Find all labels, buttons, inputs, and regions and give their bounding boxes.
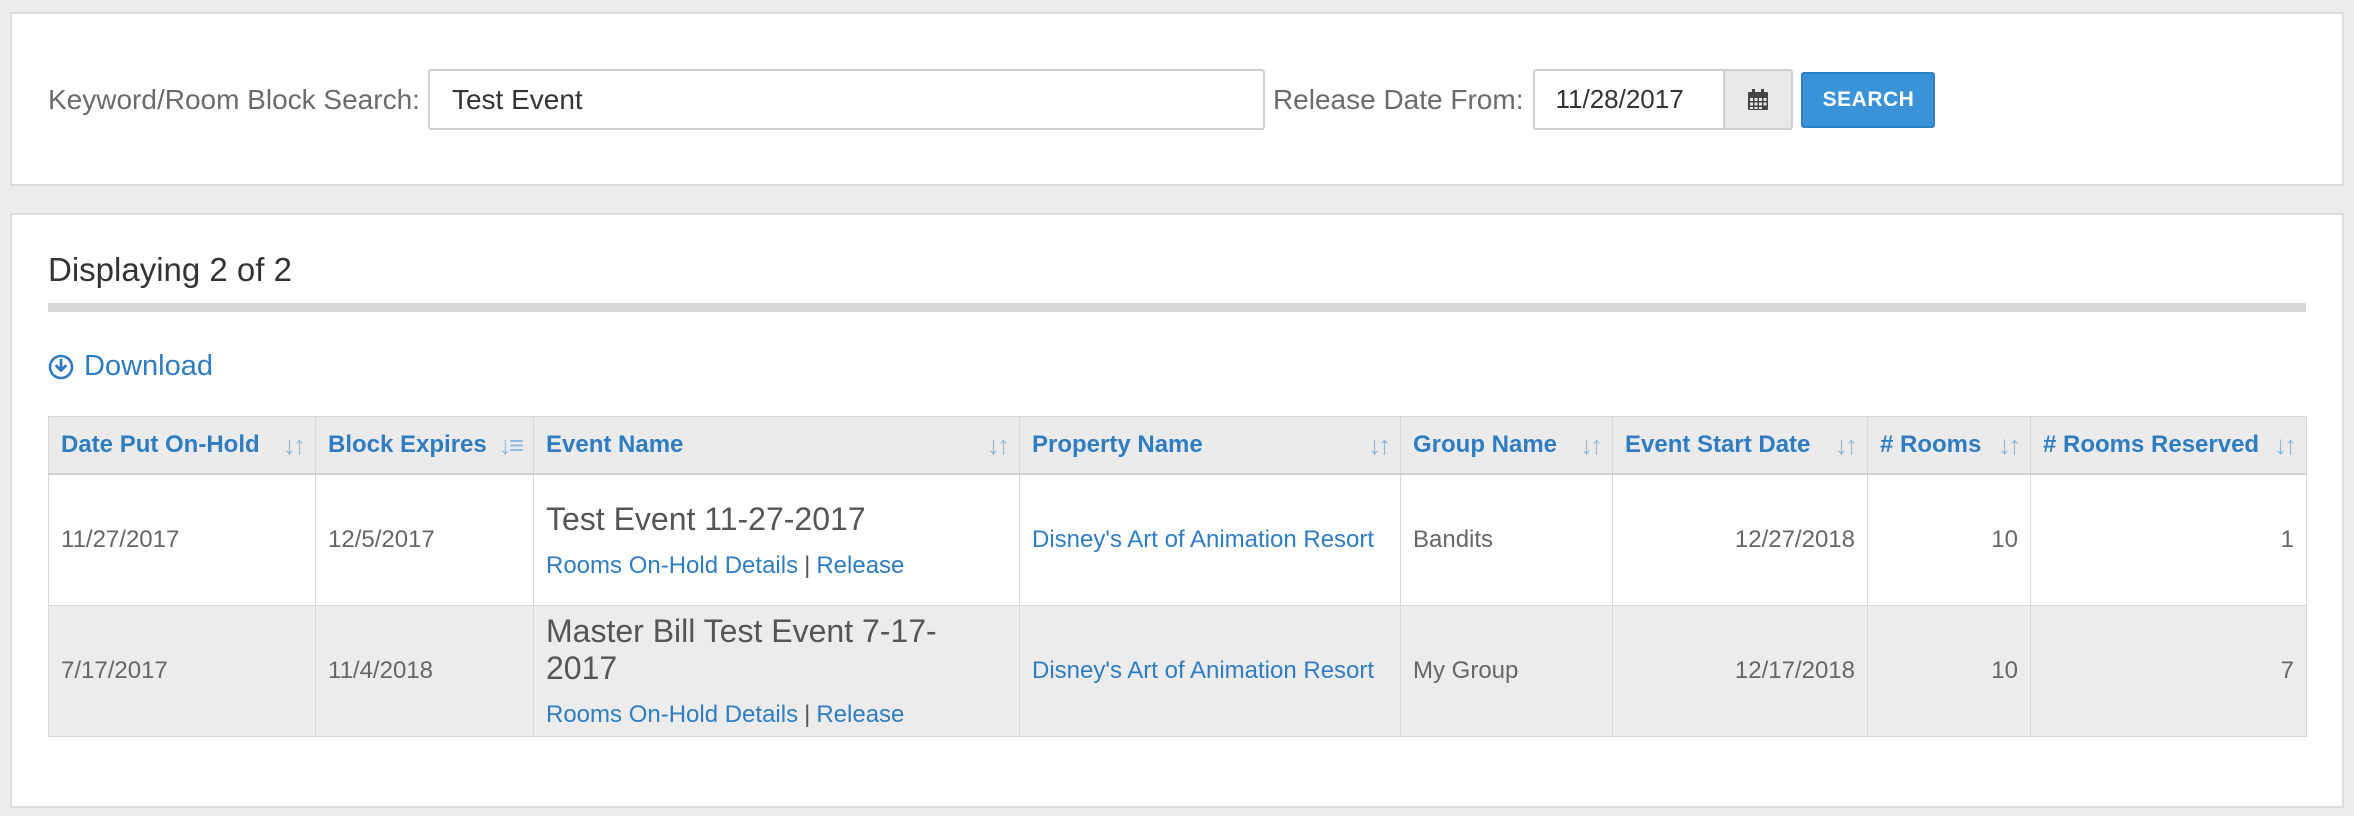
cell-property-name: Disney's Art of Animation Resort	[1019, 473, 1401, 606]
cell-rooms: 10	[1867, 605, 2031, 737]
search-panel: Keyword/Room Block Search: Release Date …	[10, 12, 2344, 186]
results-count: Displaying 2 of 2	[48, 251, 292, 288]
keyword-search-input[interactable]	[427, 69, 1265, 130]
sort-icon[interactable]: ↓↑	[1580, 430, 1603, 461]
release-link[interactable]: Release	[816, 701, 904, 728]
download-link[interactable]: Download	[48, 350, 213, 383]
divider	[48, 303, 2306, 312]
link-separator: |	[804, 551, 811, 579]
property-link[interactable]: Disney's Art of Animation Resort	[1032, 526, 1374, 553]
column-header-block-expires[interactable]: Block Expires ↓≡	[315, 416, 534, 475]
release-date-group	[1533, 69, 1794, 130]
download-circle-icon	[48, 354, 74, 379]
cell-event-name: Test Event 11-27-2017 Rooms On-Hold Deta…	[533, 473, 1020, 606]
cell-event-start-date: 12/17/2018	[1612, 605, 1868, 737]
column-header-event-name[interactable]: Event Name ↓↑	[533, 416, 1020, 475]
rooms-on-hold-details-link[interactable]: Rooms On-Hold Details	[546, 701, 798, 728]
table-row: 7/17/2017 11/4/2018 Master Bill Test Eve…	[48, 605, 2307, 737]
column-header-event-start-date[interactable]: Event Start Date ↓↑	[1612, 416, 1868, 475]
calendar-button[interactable]	[1723, 69, 1794, 130]
calendar-icon	[1748, 88, 1769, 110]
sort-icon[interactable]: ↓↑	[1998, 430, 2021, 461]
sort-icon[interactable]: ↓↑	[283, 430, 306, 461]
cell-block-expires: 12/5/2017	[315, 473, 534, 606]
column-header-property-name[interactable]: Property Name ↓↑	[1019, 416, 1401, 475]
sort-icon[interactable]: ↓↑	[987, 430, 1010, 461]
release-date-input[interactable]	[1533, 69, 1724, 130]
property-link[interactable]: Disney's Art of Animation Resort	[1032, 657, 1374, 684]
cell-date-on-hold: 7/17/2017	[48, 605, 316, 737]
event-actions: Rooms On-Hold Details | Release	[546, 701, 1007, 729]
rooms-on-hold-details-link[interactable]: Rooms On-Hold Details	[546, 552, 798, 579]
results-table: Date Put On-Hold ↓↑ Block Expires ↓≡ Event…	[48, 416, 2307, 737]
cell-group-name: My Group	[1400, 605, 1613, 737]
cell-event-name: Master Bill Test Event 7-17-2017 Rooms O…	[533, 605, 1020, 737]
search-button[interactable]: SEARCH	[1801, 71, 1936, 128]
column-header-date-on-hold[interactable]: Date Put On-Hold ↓↑	[48, 416, 316, 475]
cell-event-start-date: 12/27/2018	[1612, 473, 1868, 606]
sort-icon[interactable]: ↓↑	[2274, 430, 2297, 461]
cell-property-name: Disney's Art of Animation Resort	[1019, 605, 1401, 737]
download-label: Download	[84, 350, 213, 382]
search-form: Keyword/Room Block Search: Release Date …	[48, 69, 1936, 130]
release-link[interactable]: Release	[816, 552, 904, 579]
column-header-rooms-reserved[interactable]: # Rooms Reserved ↓↑	[2030, 416, 2307, 475]
cell-rooms: 10	[1867, 473, 2031, 606]
cell-block-expires: 11/4/2018	[315, 605, 534, 737]
event-title: Test Event 11-27-2017	[546, 500, 866, 537]
keyword-label: Keyword/Room Block Search:	[48, 83, 420, 115]
column-header-rooms[interactable]: # Rooms ↓↑	[1867, 416, 2031, 475]
cell-group-name: Bandits	[1400, 473, 1613, 606]
cell-rooms-reserved: 1	[2030, 473, 2307, 606]
event-actions: Rooms On-Hold Details | Release	[546, 552, 1007, 580]
sort-icon[interactable]: ↓↑	[1835, 430, 1858, 461]
sort-descending-icon[interactable]: ↓≡	[499, 430, 524, 461]
release-date-label: Release Date From:	[1272, 83, 1524, 115]
cell-rooms-reserved: 7	[2030, 605, 2307, 737]
cell-date-on-hold: 11/27/2017	[48, 473, 316, 606]
table-header-row: Date Put On-Hold ↓↑ Block Expires ↓≡ Event…	[48, 416, 2307, 475]
table-row: 11/27/2017 12/5/2017 Test Event 11-27-20…	[48, 473, 2307, 606]
sort-icon[interactable]: ↓↑	[1368, 430, 1391, 461]
results-panel: Displaying 2 of 2 Download Date Put On-H…	[10, 213, 2344, 808]
link-separator: |	[804, 701, 811, 728]
event-title: Master Bill Test Event 7-17-2017	[546, 613, 937, 686]
column-header-group-name[interactable]: Group Name ↓↑	[1400, 416, 1613, 475]
